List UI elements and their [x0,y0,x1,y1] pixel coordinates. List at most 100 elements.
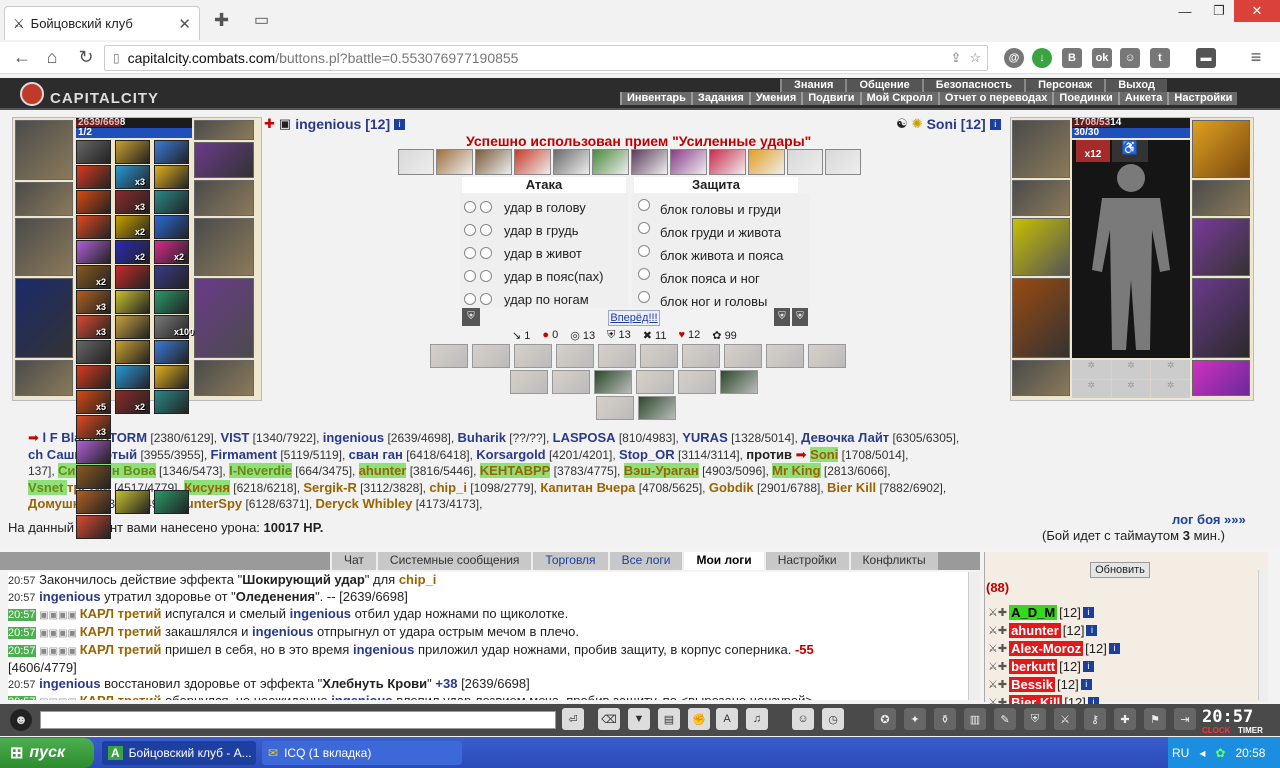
spell-scroll-icon[interactable] [154,365,189,389]
forward-button[interactable]: Вперёд!!! [608,310,660,326]
enemy-amulet-slot[interactable] [1012,180,1070,216]
share-icon[interactable]: ⇪ [950,50,961,66]
chat-player-name[interactable]: ingenious [331,693,392,700]
spell-scroll-icon[interactable] [115,265,150,289]
trick-icon[interactable] [808,344,846,368]
participant-name[interactable]: ch [28,447,47,462]
spell-scroll-icon[interactable] [154,490,189,514]
spell-scroll-icon[interactable] [76,465,111,489]
bookmark-star-icon[interactable]: ☆ [969,50,981,66]
spell-scroll-icon[interactable] [115,315,150,339]
menu-character[interactable]: Персонаж [1024,79,1104,92]
extension-mail-icon[interactable]: ☺ [1120,48,1140,68]
chat-time[interactable]: 20:57 [8,592,36,604]
menu-security[interactable]: Безопасность [921,79,1024,92]
save-icon[interactable]: ▤ [658,708,680,730]
attack-radio[interactable] [464,247,476,259]
spell-scroll-icon[interactable] [115,290,150,314]
spell-scroll-icon[interactable] [154,265,189,289]
spell-scroll-icon[interactable] [76,215,111,239]
defense-radio[interactable] [638,268,650,280]
trick-icon[interactable] [594,370,632,394]
back-icon[interactable]: ← [10,47,34,68]
online-user-name[interactable]: berkutt [1009,658,1058,674]
participant-name[interactable]: Gobdik [709,480,754,495]
trick-icon[interactable] [636,370,674,394]
skill-icon[interactable] [436,149,473,175]
chest-icon[interactable]: ▥ [964,708,986,730]
skill-icon[interactable] [787,149,823,175]
helmet-slot[interactable] [15,120,73,180]
skill-icon[interactable] [553,149,590,175]
menu-skills[interactable]: Умения [748,92,801,105]
tab-all-logs[interactable]: Все логи [607,552,683,570]
extension-ok-icon[interactable]: ok [1092,48,1112,68]
smiley-icon[interactable]: ☺ [792,708,814,730]
chat-player-name[interactable]: ingenious [353,642,414,657]
chat-player-name[interactable]: ingenious [39,589,100,604]
menu-knowledge[interactable]: Знания [780,79,845,92]
spell-scroll-icon[interactable] [76,340,111,364]
online-user-info-icon[interactable]: i [1086,624,1098,636]
skill-icon[interactable] [748,149,785,175]
earrings-slot[interactable] [194,142,254,178]
trick-icon[interactable] [598,344,636,368]
participant-name[interactable]: Vsnet [28,479,68,495]
trick-icon[interactable] [724,344,762,368]
enemy-pants-slot[interactable] [1192,278,1250,358]
inventory-icon[interactable]: ✪ [874,708,896,730]
chat-player-name[interactable]: КАРЛ третий [80,693,162,700]
attack-icon[interactable]: ✦ [904,708,926,730]
tab-trade[interactable]: Торговля [531,552,608,570]
spell-scroll-icon[interactable] [115,140,150,164]
trick-icon[interactable] [510,370,548,394]
online-scrollbar[interactable] [1258,570,1268,700]
filter-icon[interactable]: ▼ [628,708,650,730]
chat-player-name[interactable]: ingenious [252,624,313,639]
amulet-slot[interactable] [15,182,73,216]
chat-time[interactable]: 20:57 [8,679,36,691]
new-tab-icon[interactable]: ✚ [214,10,229,31]
menu-settings[interactable]: Настройки [1167,92,1237,105]
spell-scroll-icon[interactable] [154,215,189,239]
restore-icon[interactable]: ❐ [1202,0,1236,22]
trick-icon[interactable] [720,370,758,394]
weapon-right-slot[interactable] [194,218,254,276]
enemy-helmet-slot[interactable] [1012,120,1070,178]
participant-name[interactable]: Korsargold [476,447,545,462]
send-icon[interactable]: ⏎ [562,708,584,730]
attack-radio[interactable] [464,224,476,236]
armor-slot[interactable] [15,278,73,358]
participant-name[interactable]: Firmament [211,447,277,462]
chat-player-name[interactable]: +38 [435,676,457,691]
trick-icon[interactable] [678,370,716,394]
participant-name[interactable]: l F [43,430,62,445]
taskbar-icq[interactable]: ✉ ICQ (1 вкладка) [262,741,462,765]
online-user-info-icon[interactable]: i [1082,606,1094,618]
trick-icon[interactable] [552,370,590,394]
enemy-shield-slot[interactable] [1192,218,1250,276]
participant-name[interactable]: Вэш-Ураган [623,463,699,478]
participant-name[interactable]: YURAS [682,430,728,445]
extension-download-icon[interactable]: ↓ [1032,48,1052,68]
participant-name[interactable]: LASPOSA [553,430,616,445]
menu-communication[interactable]: Общение [845,79,921,92]
spell-scroll-icon[interactable] [115,365,150,389]
defense-radio[interactable] [638,222,650,234]
shield-icon[interactable]: ⛨ [1024,708,1046,730]
left-info-icon[interactable]: i [394,118,406,130]
chat-time[interactable]: 20:57 [8,696,36,700]
fight-icon[interactable]: ✊ [688,708,710,730]
refresh-turn-icon[interactable]: ⛨ [774,308,790,326]
chat-time[interactable]: 20:57 [8,575,36,587]
trick-icon[interactable] [430,344,468,368]
spell-scroll-icon[interactable] [76,190,111,214]
attack-radio[interactable] [464,293,476,305]
flag-icon[interactable]: ⚑ [1144,708,1166,730]
chat-player-name[interactable]: КАРЛ третий [80,642,162,657]
enemy-rings-slot[interactable] [1192,120,1250,178]
menu-quests[interactable]: Задания [690,92,749,105]
attack-radio[interactable] [480,224,492,236]
tab-my-logs[interactable]: Мои логи [682,552,764,570]
extension-chat-icon[interactable]: ▬ [1196,48,1216,68]
